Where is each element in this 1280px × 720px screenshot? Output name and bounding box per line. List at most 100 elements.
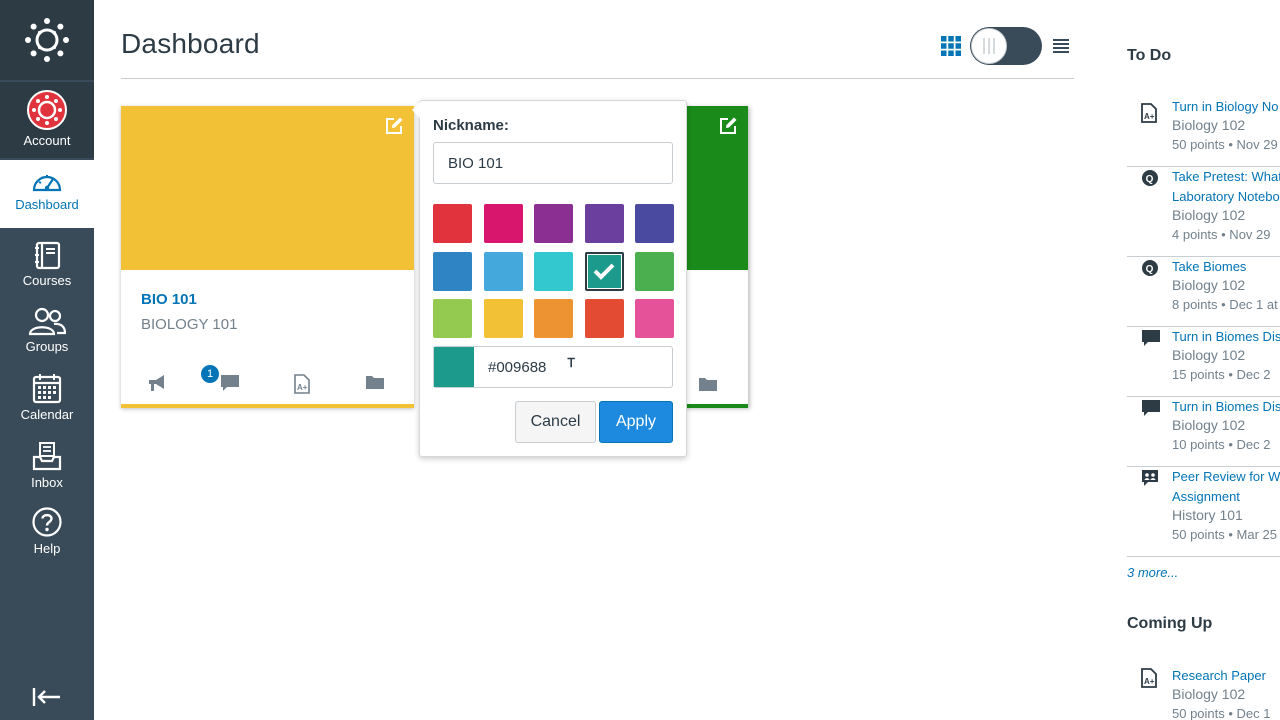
card-subtitle: BIOLOGY 101 [141, 316, 238, 333]
color-swatch[interactable] [584, 204, 624, 243]
svg-text:A+: A+ [297, 383, 308, 392]
app: Account Dashboard Courses Groups Calenda… [0, 0, 1280, 720]
apply-button[interactable]: Apply [599, 401, 673, 443]
course-card-bio101[interactable]: BIO 101 BIOLOGY 101 1 A+ [121, 106, 414, 408]
card-actions: 1 A+ [121, 364, 414, 404]
color-swatch[interactable] [483, 204, 523, 243]
discussions-link[interactable] [220, 374, 240, 397]
edit-card-icon[interactable] [384, 116, 404, 136]
collapse-nav-button[interactable] [0, 674, 94, 720]
nav-courses[interactable]: Courses [0, 232, 94, 300]
page-title: Dashboard [121, 28, 260, 59]
color-swatch[interactable] [534, 251, 573, 291]
todo-item[interactable]: Q Take Biomes Biology 102 8 points • Dec 1 … [1127, 257, 1280, 327]
dashboard-view-toggle [940, 27, 1070, 65]
announcement-icon [149, 375, 164, 391]
todo-title[interactable]: Take Pretest: What [1172, 167, 1280, 187]
color-picker-popover: Nickname: Ꭲ Cancel Apply [412, 100, 687, 457]
card-title[interactable]: BIO 101 [141, 291, 197, 308]
text-cursor-icon: Ꭲ [568, 356, 576, 370]
todo-course: History 101 [1172, 507, 1243, 523]
todo-title[interactable]: Turn in Biomes Dis [1172, 397, 1280, 417]
todo-title[interactable]: Peer Review for W [1172, 467, 1280, 487]
calendar-icon [32, 374, 62, 404]
unread-badge: 1 [200, 364, 220, 384]
color-swatch[interactable] [635, 251, 674, 291]
todo-item[interactable]: Turn in Biomes Dis Biology 102 15 points •… [1127, 327, 1280, 397]
discussion-icon [1141, 399, 1161, 422]
todo-item[interactable]: Q Take Pretest: What Laboratory Notebo Biol… [1127, 167, 1280, 257]
color-swatch[interactable] [584, 299, 624, 338]
nav-dashboard-label: Dashboard [15, 197, 79, 212]
popover-arrow [412, 102, 420, 118]
todo-title-continued[interactable]: Laboratory Notebo [1172, 187, 1280, 207]
nav-dashboard[interactable]: Dashboard [0, 160, 94, 228]
card-view-icon[interactable] [940, 35, 962, 57]
todo-meta: 50 points • Dec 1 [1172, 706, 1271, 720]
color-swatch[interactable] [534, 299, 573, 338]
color-swatch[interactable] [635, 299, 674, 338]
todo-title-continued[interactable]: Assignment [1172, 487, 1280, 507]
color-swatch[interactable] [433, 204, 472, 243]
color-swatch[interactable] [433, 299, 472, 338]
checkmark-icon [593, 263, 615, 280]
files-link[interactable] [698, 376, 718, 397]
todo-item[interactable]: Turn in Biomes Dis Biology 102 10 points •… [1127, 397, 1280, 467]
global-nav: Account Dashboard Courses Groups Calenda… [0, 0, 94, 720]
files-link[interactable] [365, 374, 385, 395]
nav-calendar-label: Calendar [20, 407, 74, 422]
nav-account[interactable]: Account [0, 82, 94, 158]
grip-icon [983, 38, 995, 54]
nav-groups[interactable]: Groups [0, 298, 94, 366]
quiz-icon: Q [1141, 169, 1159, 192]
card-hero[interactable] [683, 106, 748, 270]
show-more-link[interactable]: 3 more... [1127, 565, 1178, 580]
cancel-button[interactable]: Cancel [515, 401, 596, 443]
todo-title[interactable]: Turn in Biology No [1172, 97, 1280, 117]
todo-item[interactable]: A+ Research Paper Biology 102 50 points • D… [1127, 666, 1280, 720]
list-view-icon[interactable] [1052, 37, 1070, 55]
canvas-logo-icon [25, 18, 69, 62]
nav-help[interactable]: Help [0, 498, 94, 566]
nickname-input[interactable] [433, 142, 673, 184]
avatar-icon [27, 90, 67, 130]
nav-inbox[interactable]: Inbox [0, 432, 94, 500]
todo-course: Biology 102 [1172, 117, 1246, 133]
course-card-2[interactable] [683, 106, 748, 408]
hex-color-row: Ꭲ [433, 346, 673, 388]
canvas-logo[interactable] [0, 0, 94, 80]
folder-icon [366, 376, 384, 389]
todo-title[interactable]: Turn in Biomes Dis [1172, 327, 1280, 347]
card-hero[interactable] [121, 106, 414, 270]
dashboard-icon [32, 175, 62, 192]
color-swatch[interactable] [635, 204, 674, 243]
edit-card-icon[interactable] [718, 116, 738, 136]
color-preview [434, 347, 474, 387]
color-swatch[interactable] [433, 251, 472, 291]
color-swatch[interactable] [483, 251, 523, 291]
nav-help-label: Help [33, 541, 61, 556]
card-color-bar [121, 404, 414, 408]
todo-item[interactable]: Peer Review for W Assignment History 101 50… [1127, 467, 1280, 557]
todo-title[interactable]: Research Paper [1172, 666, 1280, 686]
color-swatch[interactable] [584, 251, 624, 291]
color-swatch[interactable] [534, 204, 573, 243]
todo-meta: 10 points • Dec 2 [1172, 437, 1271, 452]
discussion-icon [221, 375, 239, 391]
folder-icon [699, 378, 717, 391]
announcements-link[interactable]: 1 [147, 364, 220, 397]
quiz-icon: Q [1141, 259, 1159, 282]
todo-title[interactable]: Take Biomes [1172, 257, 1280, 277]
color-swatch[interactable] [483, 299, 523, 338]
nav-calendar[interactable]: Calendar [0, 364, 94, 432]
svg-text:Q: Q [1146, 174, 1154, 185]
header-divider [121, 78, 1074, 79]
todo-item[interactable]: A+ Turn in Biology No Biology 102 50 points… [1127, 97, 1280, 167]
inbox-icon [32, 442, 62, 471]
assignment-icon: A+ [1141, 668, 1157, 693]
assignment-icon: A+ [1141, 103, 1157, 128]
view-toggle-switch[interactable] [970, 27, 1042, 65]
right-sidebar: To Do A+ Turn in Biology No Biology 102 50 … [1127, 0, 1280, 720]
assignments-link[interactable]: A+ [294, 374, 310, 399]
courses-icon [35, 241, 61, 270]
